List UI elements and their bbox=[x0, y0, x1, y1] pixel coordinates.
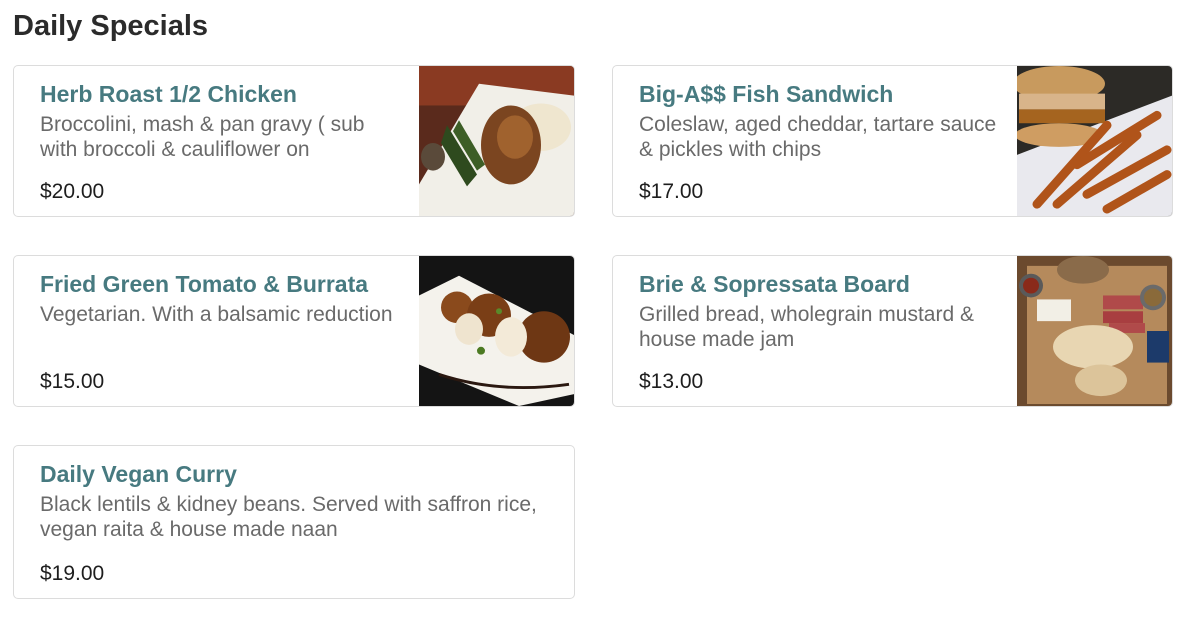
menu-item-card[interactable]: Fried Green Tomato & Burrata Vegetarian.… bbox=[13, 255, 575, 407]
menu-item-info: Herb Roast 1/2 Chicken Broccolini, mash … bbox=[40, 80, 404, 208]
menu-item-price: $15.00 bbox=[40, 370, 105, 393]
menu-item-price: $17.00 bbox=[639, 180, 704, 203]
menu-item-price: $19.00 bbox=[40, 562, 105, 585]
menu-item-name[interactable]: Herb Roast 1/2 Chicken bbox=[40, 80, 404, 108]
menu-item-description: Broccolini, mash & pan gravy ( sub with … bbox=[40, 113, 365, 161]
menu-item-info: Big-A$$ Fish Sandwich Coleslaw, aged che… bbox=[639, 80, 1002, 208]
menu-item-name[interactable]: Brie & Sopressata Board bbox=[639, 270, 1002, 298]
menu-item-name[interactable]: Daily Vegan Curry bbox=[40, 460, 566, 488]
roast-chicken-photo[interactable] bbox=[419, 66, 574, 216]
menu-item-name[interactable]: Big-A$$ Fish Sandwich bbox=[639, 80, 1002, 108]
menu-item-card[interactable]: Big-A$$ Fish Sandwich Coleslaw, aged che… bbox=[612, 65, 1173, 217]
menu-item-name[interactable]: Fried Green Tomato & Burrata bbox=[40, 270, 404, 298]
menu-item-description: Coleslaw, aged cheddar, tartare sauce & … bbox=[639, 113, 997, 161]
menu-item-description: Grilled bread, wholegrain mustard & hous… bbox=[639, 303, 974, 351]
menu-item-price: $13.00 bbox=[639, 370, 704, 393]
charcuterie-board-photo[interactable] bbox=[1017, 256, 1172, 406]
menu-item-price: $20.00 bbox=[40, 180, 105, 203]
menu-item-info: Daily Vegan Curry Black lentils & kidney… bbox=[40, 460, 566, 590]
menu-item-description: Vegetarian. With a balsamic reduction bbox=[40, 303, 393, 326]
menu-item-description: Black lentils & kidney beans. Served wit… bbox=[40, 493, 537, 541]
fish-sandwich-photo[interactable] bbox=[1017, 66, 1172, 216]
menu-item-info: Brie & Sopressata Board Grilled bread, w… bbox=[639, 270, 1002, 398]
menu-item-card[interactable]: Herb Roast 1/2 Chicken Broccolini, mash … bbox=[13, 65, 575, 217]
section-title: Daily Specials bbox=[13, 10, 209, 42]
menu-item-info: Fried Green Tomato & Burrata Vegetarian.… bbox=[40, 270, 404, 398]
menu-item-card[interactable]: Daily Vegan Curry Black lentils & kidney… bbox=[13, 445, 575, 599]
fried-green-tomato-photo[interactable] bbox=[419, 256, 574, 406]
menu-item-card[interactable]: Brie & Sopressata Board Grilled bread, w… bbox=[612, 255, 1173, 407]
